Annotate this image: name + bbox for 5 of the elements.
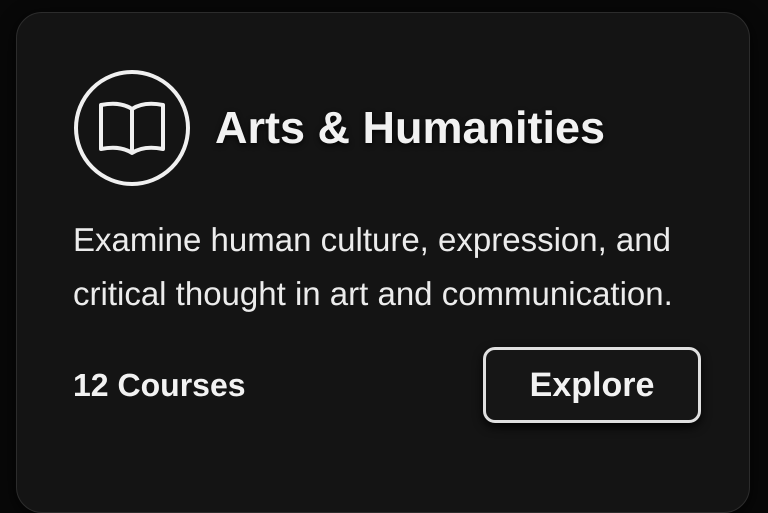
card-description: Examine human culture, expression, and critical thought in art and communication. (73, 220, 673, 314)
explore-button[interactable]: Explore (483, 347, 701, 423)
course-count: 12 Courses (73, 366, 246, 405)
card-title: Arts & Humanities (215, 101, 606, 155)
book-icon (73, 69, 191, 187)
